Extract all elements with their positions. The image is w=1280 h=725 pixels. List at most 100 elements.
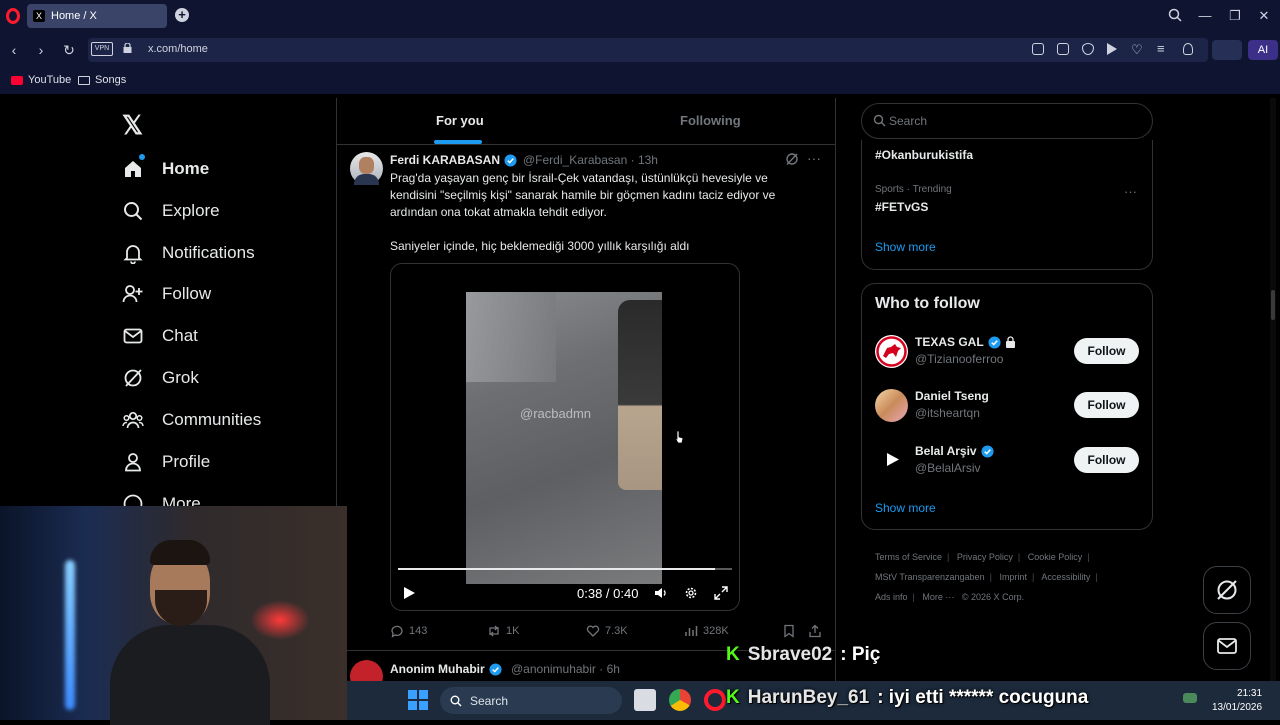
extensions-icon[interactable] (1212, 40, 1242, 60)
messages-floating-button[interactable] (1203, 622, 1251, 670)
scrollbar-thumb[interactable] (1271, 290, 1275, 320)
follow-button[interactable]: Follow (1074, 338, 1139, 364)
footer-link[interactable]: Cookie Policy (1028, 552, 1083, 562)
nav-home[interactable]: Home (122, 154, 209, 184)
author-handle: @anonimuhabir (511, 662, 596, 676)
play-icon[interactable] (402, 586, 416, 600)
nav-profile[interactable]: Profile (122, 447, 210, 477)
url-text[interactable]: x.com/home (148, 43, 208, 55)
bookmark-songs[interactable]: Songs (78, 74, 126, 86)
footer-link[interactable]: MStV Transparenzangaben (875, 572, 985, 582)
account-icon[interactable] (1183, 43, 1193, 55)
search-placeholder[interactable]: Search (889, 114, 927, 128)
nav-label: Notifications (162, 243, 255, 262)
more-options-icon[interactable]: ··· (1124, 184, 1137, 199)
tweet-author[interactable]: Anonim Muhabir (390, 662, 502, 676)
menu-icon[interactable]: ≡ (1157, 41, 1165, 56)
nav-communities[interactable]: Communities (122, 405, 261, 435)
volume-icon[interactable] (654, 586, 668, 600)
tab-following[interactable]: Following (680, 113, 741, 128)
nav-notifications[interactable]: Notifications (122, 238, 255, 268)
player-icon[interactable] (1107, 43, 1117, 55)
nav-chat[interactable]: Chat (122, 321, 198, 351)
tab-for-you[interactable]: For you (436, 113, 484, 128)
nav-follow[interactable]: Follow (122, 279, 211, 309)
new-tab-button[interactable]: + (175, 8, 189, 22)
share-button[interactable] (808, 624, 822, 638)
task-view-icon[interactable] (634, 689, 656, 711)
back-button[interactable]: ‹ (6, 42, 22, 58)
chat-message: K Sbrave02 : Piç (726, 644, 880, 666)
reload-button[interactable]: ↻ (61, 42, 77, 58)
tweet-author[interactable]: Ferdi KARABASAN (390, 153, 517, 167)
avatar[interactable] (875, 389, 908, 422)
fullscreen-icon[interactable] (714, 586, 728, 600)
settings-icon[interactable] (684, 586, 698, 600)
tray-icon[interactable] (1183, 693, 1197, 703)
heart-icon[interactable]: ♡ (1131, 42, 1143, 58)
grok-icon[interactable] (785, 152, 799, 166)
suggestion-name[interactable]: Belal Arşiv (915, 444, 994, 458)
trend-item[interactable]: #Okanburukistifa (875, 148, 973, 162)
tab-title: Home / X (51, 10, 97, 22)
nav-grok[interactable]: Grok (122, 363, 199, 393)
opera-logo-icon[interactable] (6, 8, 20, 24)
search-tabs-icon[interactable] (1168, 8, 1184, 24)
nav-explore[interactable]: Explore (122, 196, 220, 226)
windows-start-icon[interactable] (408, 690, 428, 710)
mouse-cursor-icon (674, 430, 684, 444)
repost-icon (489, 625, 499, 637)
browser-tab[interactable]: X Home / X (27, 4, 167, 28)
lock-icon[interactable] (123, 43, 132, 53)
avatar[interactable] (875, 335, 908, 368)
vpn-badge[interactable]: VPN (91, 42, 113, 56)
follow-button[interactable]: Follow (1074, 392, 1139, 418)
like-button[interactable]: 7.3K (586, 624, 628, 638)
chrome-icon[interactable] (669, 689, 691, 711)
follow-icon (122, 283, 144, 305)
footer-link[interactable]: Terms of Service (875, 552, 942, 562)
footer-link[interactable]: Privacy Policy (957, 552, 1013, 562)
reply-icon (391, 625, 403, 638)
suggestion-name[interactable]: TEXAS GAL (915, 335, 1016, 349)
show-more-link[interactable]: Show more (875, 501, 936, 515)
forward-button[interactable]: › (33, 42, 49, 58)
grok-floating-button[interactable] (1203, 566, 1251, 614)
maximize-button[interactable]: ❐ (1227, 8, 1243, 24)
footer-link[interactable]: More ··· (922, 592, 954, 602)
taskbar-search[interactable]: Search (440, 687, 622, 714)
more-options-icon[interactable]: ··· (807, 150, 821, 166)
views-button[interactable]: 328K (684, 624, 729, 638)
show-more-link[interactable]: Show more (875, 240, 936, 254)
avatar[interactable] (875, 443, 908, 476)
edit-icon[interactable] (1032, 43, 1044, 55)
grok-icon (122, 367, 144, 389)
tweet-handle-row[interactable]: @anonimuhabir · 6h (511, 662, 620, 676)
trend-item[interactable]: #FETvGS (875, 200, 928, 214)
footer-link[interactable]: Ads info (875, 592, 908, 602)
bookmark-youtube[interactable]: YouTube (11, 74, 71, 86)
mail-icon (122, 325, 144, 347)
column-divider (835, 98, 836, 720)
x-logo-icon[interactable]: 𝕏 (122, 110, 143, 141)
suggestion-name[interactable]: Daniel Tseng (915, 389, 989, 403)
repost-button[interactable]: 1K (487, 624, 519, 638)
tweet-handle-row[interactable]: @Ferdi_Karabasan · 13h (523, 153, 658, 167)
footer-link[interactable]: Imprint (999, 572, 1027, 582)
taskbar-clock[interactable]: 21:31 13/01/2026 (1212, 687, 1262, 715)
chat-text: : iyi etti ****** cocuguna (877, 687, 1089, 708)
opera-icon[interactable] (704, 689, 726, 711)
scrollbar[interactable] (1270, 98, 1276, 720)
bookmark-button[interactable] (782, 624, 796, 638)
footer-link[interactable]: Accessibility (1041, 572, 1090, 582)
ai-button[interactable]: AI (1248, 40, 1278, 60)
verified-badge-icon (504, 153, 517, 167)
camera-icon[interactable] (1057, 43, 1069, 55)
minimize-button[interactable]: — (1197, 8, 1213, 24)
close-window-button[interactable]: ✕ (1256, 8, 1272, 24)
reply-button[interactable]: 143 (390, 624, 427, 638)
clock-time: 21:31 (1237, 688, 1263, 699)
follow-button[interactable]: Follow (1074, 447, 1139, 473)
search-icon (873, 114, 886, 127)
tweet-text: Prag'da yaşayan genç bir İsrail-Çek vata… (390, 171, 776, 253)
